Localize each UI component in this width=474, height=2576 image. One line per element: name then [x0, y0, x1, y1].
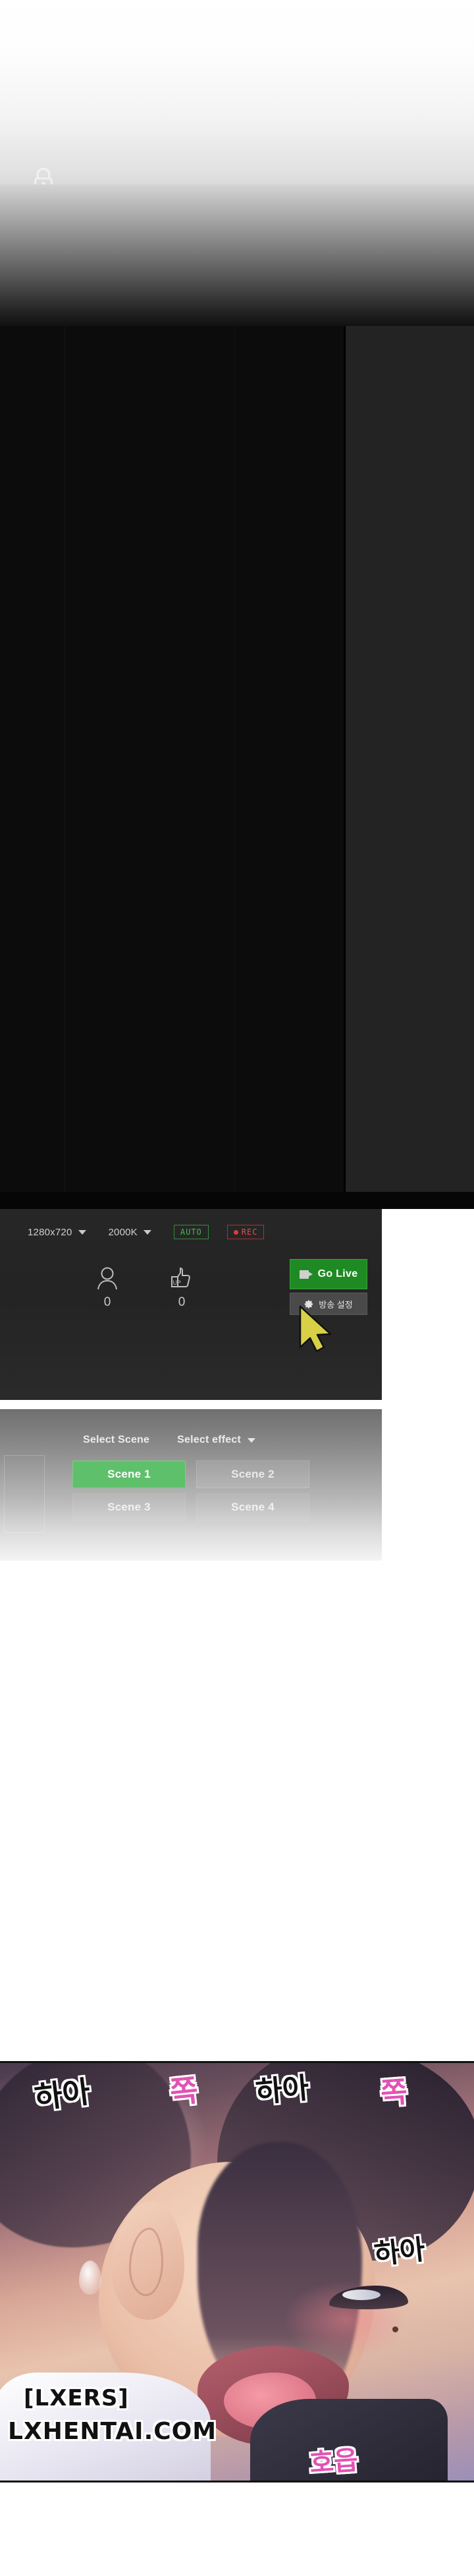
stage-gradient — [0, 184, 474, 329]
resolution-select[interactable]: 1280x720 — [28, 1227, 86, 1238]
go-live-label: Go Live — [317, 1268, 358, 1279]
scene-panel-header: Select Scene Select effect — [0, 1430, 382, 1450]
like-count: UP 0 — [170, 1266, 194, 1310]
white-gutter — [0, 1561, 474, 2061]
stream-settings-bar: 1280x720 2000K AUTO REC — [0, 1217, 382, 1247]
viewer-count: 0 — [96, 1266, 118, 1310]
scene-button-4[interactable]: Scene 4 — [196, 1493, 309, 1521]
bottom-gutter — [0, 2482, 474, 2576]
chevron-down-icon — [143, 1229, 151, 1235]
mouse-pointer-icon — [299, 1305, 332, 1353]
eye-highlight — [342, 2290, 381, 2300]
select-scene-label: Select Scene — [83, 1434, 150, 1445]
chevron-down-icon — [248, 1437, 256, 1443]
stage-divider — [0, 1192, 474, 1209]
viewer-count-value: 0 — [103, 1295, 111, 1309]
scene-preview-frame — [4, 1455, 45, 1533]
like-count-value: 0 — [178, 1295, 186, 1309]
mole-mark — [392, 2326, 398, 2332]
top-gradient — [0, 0, 474, 198]
stage-seam — [234, 326, 235, 1202]
scene-button-2[interactable]: Scene 2 — [196, 1461, 309, 1488]
record-dot-icon — [233, 1229, 238, 1235]
rec-badge-label: REC — [241, 1227, 258, 1237]
sound-effect-text: 하아 — [32, 2074, 92, 2116]
side-panel — [344, 326, 474, 1202]
auto-badge[interactable]: AUTO — [173, 1225, 209, 1239]
rec-badge[interactable]: REC — [226, 1225, 265, 1239]
sound-effect-text: 하아 — [254, 2071, 311, 2110]
go-live-button[interactable]: Go Live — [290, 1259, 367, 1289]
bitrate-select[interactable]: 2000K — [109, 1227, 151, 1238]
scene-button-grid: Scene 1 Scene 2 Scene 3 Scene 4 — [72, 1461, 309, 1521]
svg-text:UP: UP — [173, 1280, 182, 1287]
stream-stats: 0 UP 0 — [0, 1254, 290, 1340]
chevron-down-icon — [78, 1229, 86, 1235]
scene-button-1[interactable]: Scene 1 — [72, 1461, 186, 1488]
bitrate-value: 2000K — [108, 1226, 138, 1238]
viewer-person-icon — [97, 1267, 117, 1290]
resolution-value: 1280x720 — [28, 1226, 72, 1238]
video-camera-icon — [299, 1270, 313, 1279]
sound-effect-text: 하아 — [372, 2233, 427, 2270]
sound-effect-text: 쪽 — [168, 2072, 200, 2111]
thumbs-up-icon: UP — [171, 1267, 190, 1287]
sweat-drop-shape — [79, 2261, 101, 2295]
sound-effect-text: 호읍 — [308, 2445, 359, 2479]
scene-button-3[interactable]: Scene 3 — [72, 1493, 186, 1521]
page-root: 1280x720 2000K AUTO REC 0 UP 0 Go Live 방… — [0, 0, 474, 2576]
watermark-tag: [LXERS] — [24, 2385, 129, 2411]
select-effect-dropdown[interactable]: Select effect — [177, 1434, 241, 1446]
watermark-site: LXHENTAI.COM — [8, 2418, 217, 2445]
sound-effect-text: 쪽 — [379, 2075, 409, 2111]
